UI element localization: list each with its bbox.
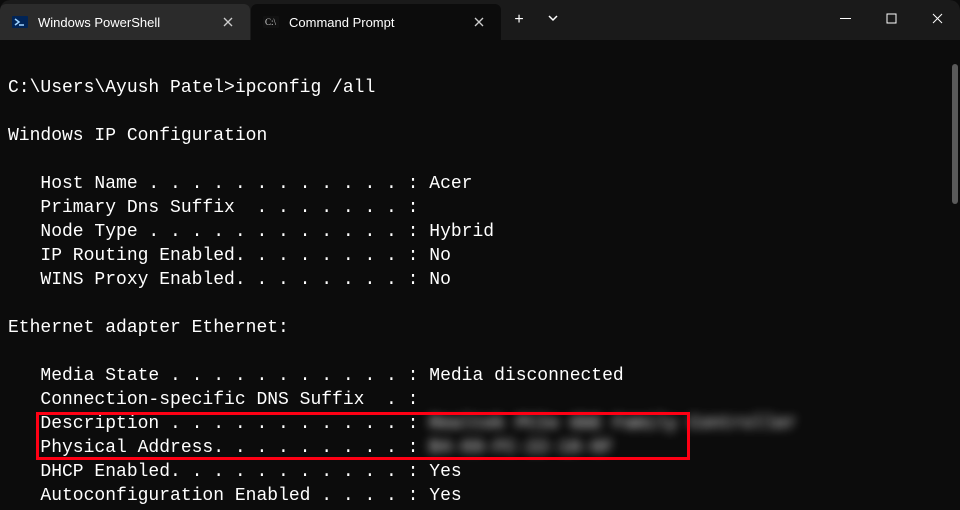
plus-icon: +: [514, 11, 524, 29]
field-label: DHCP Enabled. . . . . . . . . . . :: [8, 462, 429, 482]
close-icon[interactable]: [469, 12, 489, 32]
field-value: Yes: [429, 486, 461, 506]
tab-dropdown-button[interactable]: [536, 3, 570, 37]
tab-label: Command Prompt: [289, 15, 469, 30]
minimize-icon: [840, 11, 851, 29]
close-icon: [932, 11, 943, 29]
tab-label: Windows PowerShell: [38, 15, 218, 30]
field-value: Media disconnected: [429, 366, 623, 386]
field-label: Autoconfiguration Enabled . . . . :: [8, 486, 429, 506]
field-value: Acer: [429, 174, 472, 194]
field-label: Connection-specific DNS Suffix . :: [8, 390, 418, 410]
field-value: No: [429, 270, 451, 290]
field-label: Primary Dns Suffix . . . . . . . :: [8, 198, 418, 218]
tab-strip: Windows PowerShell C:\ Command Prompt: [0, 0, 502, 40]
field-value-redacted: Realtek PCIe GbE Family Controller: [429, 412, 796, 436]
field-value-redacted: B4-69-FC-22-18-6F: [429, 436, 613, 460]
command-text: ipconfig /all: [235, 78, 375, 98]
minimize-button[interactable]: [822, 0, 868, 40]
cmd-icon: C:\: [263, 14, 279, 30]
section-heading: Ethernet adapter Ethernet:: [8, 318, 289, 338]
titlebar: Windows PowerShell C:\ Command Prompt +: [0, 0, 960, 40]
chevron-down-icon: [547, 11, 559, 29]
field-value: Hybrid: [429, 222, 494, 242]
field-label: Media State . . . . . . . . . . . :: [8, 366, 429, 386]
terminal-output[interactable]: C:\Users\Ayush Patel>ipconfig /all Windo…: [0, 40, 960, 510]
maximize-icon: [886, 11, 897, 29]
field-label: Description . . . . . . . . . . . :: [8, 414, 429, 434]
close-icon[interactable]: [218, 12, 238, 32]
powershell-icon: [12, 14, 28, 30]
scrollbar-thumb[interactable]: [952, 64, 958, 204]
field-label: Physical Address. . . . . . . . . :: [8, 438, 429, 458]
svg-text:C:\: C:\: [265, 17, 277, 27]
maximize-button[interactable]: [868, 0, 914, 40]
field-label: Host Name . . . . . . . . . . . . :: [8, 174, 429, 194]
field-value: No: [429, 246, 451, 266]
tab-powershell[interactable]: Windows PowerShell: [0, 4, 250, 40]
field-value: Yes: [429, 462, 461, 482]
field-label: WINS Proxy Enabled. . . . . . . . :: [8, 270, 429, 290]
prompt: C:\Users\Ayush Patel>: [8, 78, 235, 98]
close-window-button[interactable]: [914, 0, 960, 40]
window-controls: [822, 0, 960, 40]
section-heading: Windows IP Configuration: [8, 126, 267, 146]
field-label: IP Routing Enabled. . . . . . . . :: [8, 246, 429, 266]
tab-command-prompt[interactable]: C:\ Command Prompt: [251, 4, 501, 40]
new-tab-button[interactable]: +: [502, 3, 536, 37]
field-label: Node Type . . . . . . . . . . . . :: [8, 222, 429, 242]
